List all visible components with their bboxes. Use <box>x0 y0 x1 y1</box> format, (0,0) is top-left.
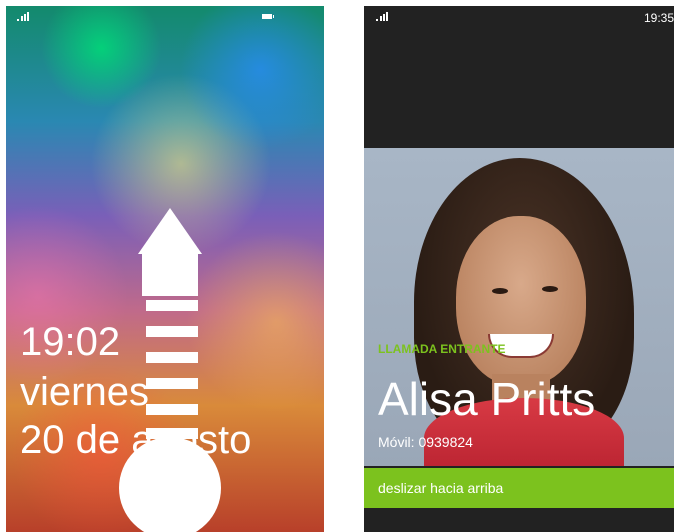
incoming-call-screen: 19:35 LLAMADA ENTRANTE Alisa Pritts Móvi… <box>364 6 674 532</box>
status-bar <box>6 6 324 30</box>
signal-icon <box>376 12 391 21</box>
battery-icon <box>262 14 274 19</box>
signal-icon <box>17 12 32 21</box>
lock-time: 19:02 <box>20 320 121 364</box>
swipe-to-answer-bar[interactable]: deslizar hacia arriba <box>364 468 674 508</box>
swipe-prompt: deslizar hacia arriba <box>378 480 504 496</box>
swipe-unlock-handle[interactable] <box>119 437 221 532</box>
status-clock: 19:35 <box>643 11 674 25</box>
incoming-call-label: LLAMADA ENTRANTE <box>378 342 506 356</box>
lock-day: viernes <box>20 370 149 414</box>
lock-screen: 19:02 viernes 20 de agosto <box>6 6 324 532</box>
caller-number: Móvil: 0939824 <box>378 434 473 450</box>
status-bar: 19:35 <box>364 6 674 30</box>
swipe-up-arrow-icon <box>138 208 202 458</box>
caller-name: Alisa Pritts <box>378 373 596 425</box>
